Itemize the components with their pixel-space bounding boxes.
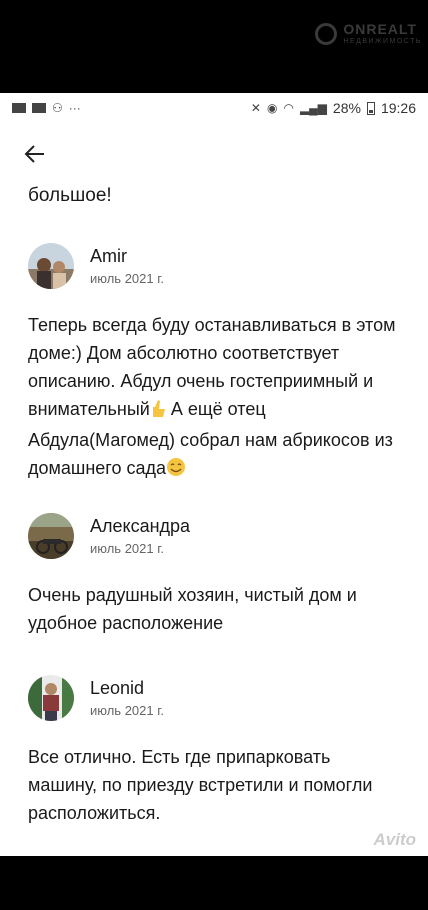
review-date: июль 2021 г. [90, 541, 164, 556]
thumbs-up-icon [150, 398, 166, 426]
review-fragment: большое! [28, 185, 112, 206]
review-card: Leonid июль 2021 г. Все отлично. Есть гд… [28, 675, 403, 827]
review-date: июль 2021 г. [90, 271, 164, 286]
signal-icon: ▂▄▆ [299, 101, 327, 115]
avatar [28, 675, 74, 721]
review-text: Все отлично. Есть где припарковать машин… [28, 747, 373, 823]
bottom-black-bar [0, 856, 428, 910]
review-card: Amir июль 2021 г. Теперь всегда буду ост… [28, 243, 403, 485]
reviewer-name: Amir [90, 246, 127, 266]
watermark-brand: ONREALT [343, 21, 417, 37]
avatar [28, 243, 74, 289]
alarm-icon: ◉ [266, 101, 278, 115]
onrealt-logo-icon [315, 22, 338, 45]
review-card: Александра июль 2021 г. Очень радушный х… [28, 513, 403, 637]
arrow-left-icon [24, 145, 44, 163]
battery-percent: 28% [332, 100, 361, 116]
message-icon [32, 103, 46, 113]
avito-watermark: Avito [373, 830, 417, 849]
reviewer-name: Александра [90, 516, 191, 536]
review-date: июль 2021 г. [90, 703, 164, 718]
watermark-sub: НЕДВИЖИМОСТЬ [343, 38, 422, 45]
battery-icon [366, 101, 375, 115]
person-icon: ⚇ [52, 101, 63, 115]
avatar [28, 513, 74, 559]
back-button[interactable] [22, 141, 48, 167]
more-icon: ··· [68, 101, 81, 115]
clock: 19:26 [380, 100, 416, 116]
onrealt-watermark: ONREALT НЕДВИЖИМОСТЬ [315, 22, 422, 45]
review-text: Теперь всегда буду останавливаться в это… [28, 311, 403, 485]
phone-screen: ⚇ ··· ✕ ◉ ◠ ▂▄▆ 28% 19:26 большое! Amir … [0, 93, 428, 856]
wifi-icon: ◠ [283, 101, 294, 115]
reviewer-name: Leonid [90, 678, 145, 698]
status-bar: ⚇ ··· ✕ ◉ ◠ ▂▄▆ 28% 19:26 [0, 93, 428, 123]
gallery-icon [12, 103, 26, 113]
mute-icon: ✕ [250, 101, 261, 115]
smile-icon [166, 457, 186, 485]
top-black-bar: ONREALT НЕДВИЖИМОСТЬ [0, 0, 428, 93]
review-text: Очень радушный хозяин, чистый дом и удоб… [28, 585, 357, 633]
